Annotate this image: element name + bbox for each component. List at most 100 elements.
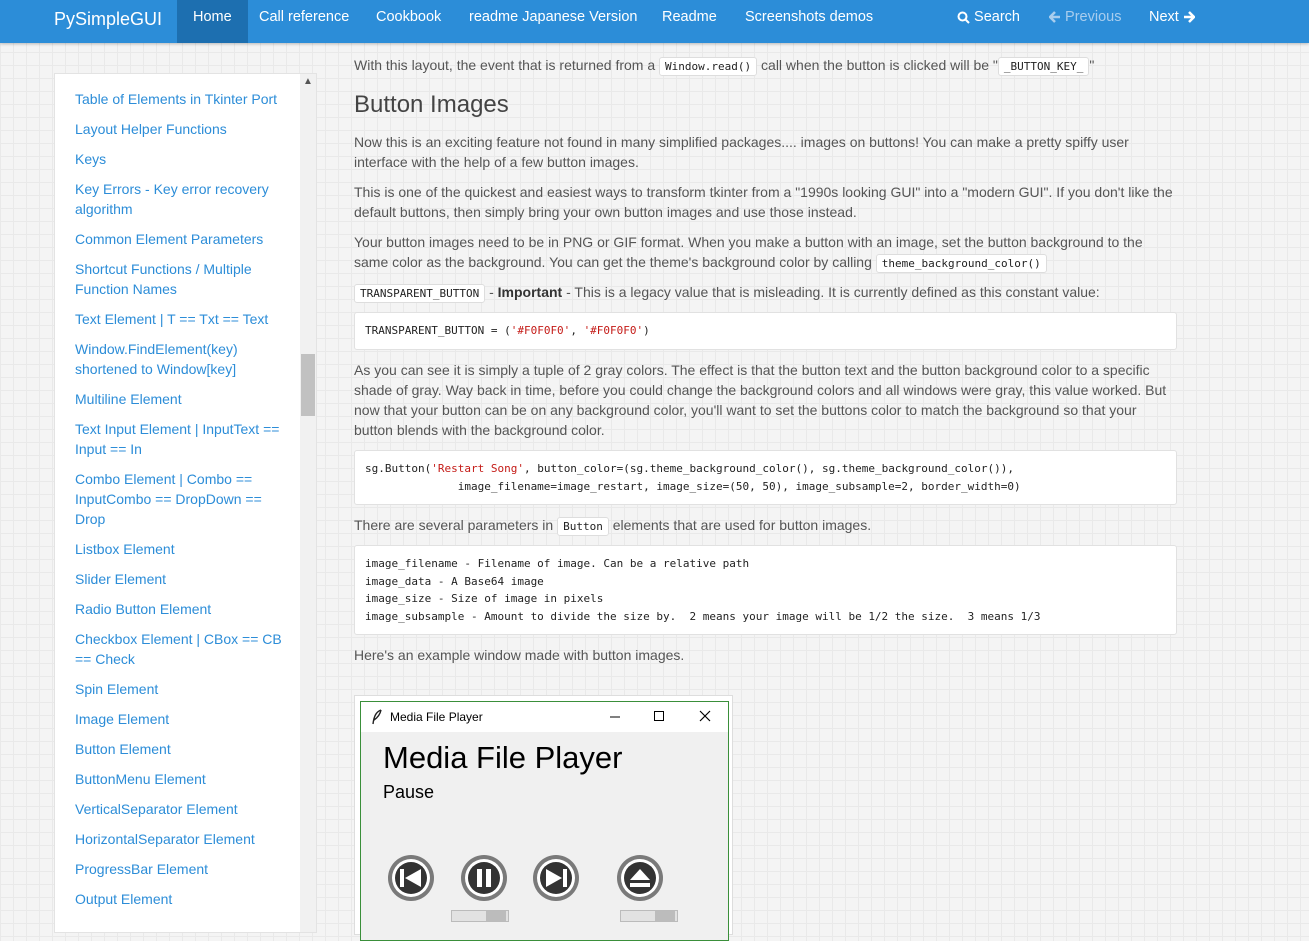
brand-logo[interactable]: PySimpleGUI [54, 9, 162, 30]
paragraph-1: Now this is an exciting feature not foun… [354, 134, 1129, 170]
sidebar-toc: ▲ Table of Elements in Tkinter Port Layo… [54, 73, 317, 933]
intro-mid-text: call when the button is clicked will be … [761, 57, 998, 73]
sidebar-item-combo[interactable]: Combo Element | Combo == InputCombo == D… [75, 469, 290, 529]
code1-part-b: , [570, 324, 584, 337]
code3-line-3: image_size - Size of image in pixels [365, 592, 604, 605]
eject-icon[interactable] [616, 854, 664, 902]
close-icon[interactable] [699, 710, 711, 722]
sidebar-item-horizontal-separator[interactable]: HorizontalSeparator Element [75, 829, 290, 849]
restart-icon[interactable] [387, 854, 435, 902]
media-player-screenshot: Media File Player Media File Player Paus… [354, 695, 733, 941]
window-titlebar: Media File Player [361, 702, 728, 732]
code1-string-2: '#F0F0F0' [583, 324, 644, 337]
inline-code-button: Button [557, 517, 609, 536]
code-block-transparent-button: TRANSPARENT_BUTTON = ('#F0F0F0', '#F0F0F… [354, 312, 1177, 350]
nav-search[interactable]: Search [957, 0, 1020, 43]
previous-label: Previous [1065, 9, 1122, 25]
section-heading-button-images: Button Images [354, 91, 509, 118]
sidebar-scrollbar[interactable]: ▲ [300, 74, 316, 932]
sidebar-item-spin[interactable]: Spin Element [75, 679, 290, 699]
player-status: Pause [383, 782, 435, 802]
intro-end-text: " [1089, 57, 1095, 73]
media-player-window: Media File Player Media File Player Paus… [360, 701, 729, 941]
slider-thumb[interactable] [655, 911, 675, 921]
sidebar-item-shortcut-functions[interactable]: Shortcut Functions / Multiple Function N… [75, 259, 290, 299]
nav-call-reference[interactable]: Call reference [259, 0, 349, 43]
sidebar-item-vertical-separator[interactable]: VerticalSeparator Element [75, 799, 290, 819]
nav-previous[interactable]: Previous [1049, 0, 1121, 43]
paragraph-3: Your button images need to be in PNG or … [354, 232, 1159, 274]
sidebar-item-checkbox[interactable]: Checkbox Element | CBox == CB == Check [75, 629, 290, 669]
inline-code-button-key: _BUTTON_KEY_ [997, 57, 1090, 76]
feather-icon [372, 709, 382, 725]
sidebar-item-output[interactable]: Output Element [75, 889, 290, 909]
arrow-left-icon [1049, 11, 1060, 24]
code2-line2: image_filename=image_restart, image_size… [365, 479, 1021, 493]
sidebar-item-find-element[interactable]: Window.FindElement(key) shortened to Win… [75, 339, 290, 379]
scroll-up-icon[interactable]: ▲ [303, 76, 313, 87]
sidebar-item-common-params[interactable]: Common Element Parameters [75, 229, 290, 249]
code1-part-a: TRANSPARENT_BUTTON = ( [365, 324, 511, 337]
nav-next[interactable]: Next [1149, 0, 1195, 43]
nav-readme[interactable]: Readme [662, 0, 717, 43]
sidebar-item-progressbar[interactable]: ProgressBar Element [75, 859, 290, 879]
volume-slider[interactable] [451, 910, 509, 922]
next-label: Next [1149, 9, 1179, 25]
paragraph-6: There are several parameters in Button e… [354, 515, 1179, 537]
code1-part-c: ) [643, 324, 650, 337]
position-slider[interactable] [620, 910, 678, 922]
sidebar-item-layout-helpers[interactable]: Layout Helper Functions [75, 119, 290, 139]
search-label: Search [974, 9, 1020, 25]
search-icon [957, 11, 970, 24]
sidebar-item-listbox[interactable]: Listbox Element [75, 539, 290, 559]
player-heading: Media File Player [383, 740, 623, 775]
paragraph-4-text: - This is a legacy value that is mislead… [562, 284, 1100, 300]
nav-readme-japanese[interactable]: readme Japanese Version [469, 0, 637, 43]
paragraph-4: TRANSPARENT_BUTTON - Important - This is… [354, 282, 1179, 304]
intro-paragraph: With this layout, the event that is retu… [354, 55, 1179, 77]
sidebar-item-tkinter-port-table[interactable]: Table of Elements in Tkinter Port [75, 89, 290, 109]
code2-line1-a: sg.Button( [365, 462, 432, 475]
inline-code-window-read: Window.read() [659, 57, 758, 76]
top-navbar: PySimpleGUI Home Call reference Cookbook… [0, 0, 1309, 43]
code-block-button-example: sg.Button('Restart Song', button_color=(… [354, 450, 1177, 505]
sidebar-item-buttonmenu[interactable]: ButtonMenu Element [75, 769, 290, 789]
code3-line-4: image_subsample - Amount to divide the s… [365, 609, 1041, 623]
arrow-right-icon [1183, 11, 1195, 24]
code2-string: 'Restart Song' [431, 462, 524, 475]
paragraph-6-text: There are several parameters in [354, 517, 554, 533]
maximize-icon[interactable] [653, 710, 665, 722]
nav-home[interactable]: Home [177, 0, 248, 43]
sidebar-item-image[interactable]: Image Element [75, 709, 290, 729]
sidebar-item-text-input[interactable]: Text Input Element | InputText == Input … [75, 419, 290, 459]
paragraph-7: Here's an example window made with butto… [354, 647, 685, 663]
nav-cookbook[interactable]: Cookbook [376, 0, 441, 43]
sidebar-item-key-errors[interactable]: Key Errors - Key error recovery algorith… [75, 179, 290, 219]
intro-text: With this layout, the event that is retu… [354, 57, 656, 73]
minimize-icon[interactable] [609, 711, 621, 723]
window-title: Media File Player [390, 710, 483, 724]
pause-icon[interactable] [460, 854, 508, 902]
paragraph-6-after: elements that are used for button images… [612, 517, 872, 533]
code3-line-2: image_data - A Base64 image [365, 574, 544, 588]
sidebar-item-slider[interactable]: Slider Element [75, 569, 290, 589]
scrollbar-thumb[interactable] [301, 354, 315, 416]
code3-line-1: image_filename - Filename of image. Can … [365, 557, 750, 570]
next-icon[interactable] [532, 854, 580, 902]
paragraph-2: This is one of the quickest and easiest … [354, 184, 1173, 220]
slider-thumb[interactable] [486, 911, 506, 921]
code-block-image-params: image_filename - Filename of image. Can … [354, 545, 1177, 635]
inline-code-transparent-button: TRANSPARENT_BUTTON [354, 284, 486, 303]
code2-line1-b: , button_color=(sg.theme_background_colo… [523, 462, 1015, 475]
sidebar-item-radio[interactable]: Radio Button Element [75, 599, 290, 619]
sidebar-item-text-element[interactable]: Text Element | T == Txt == Text [75, 309, 290, 329]
inline-code-theme-bg: theme_background_color() [875, 254, 1047, 273]
sidebar-item-button[interactable]: Button Element [75, 739, 290, 759]
paragraph-4-dash: - [485, 284, 498, 300]
important-label: Important [497, 284, 563, 300]
paragraph-5: As you can see it is simply a tuple of 2… [354, 362, 1167, 438]
nav-screenshots-demos[interactable]: Screenshots demos [745, 0, 873, 43]
sidebar-item-multiline[interactable]: Multiline Element [75, 389, 290, 409]
code1-string-1: '#F0F0F0' [510, 324, 571, 337]
sidebar-item-keys[interactable]: Keys [75, 149, 290, 169]
